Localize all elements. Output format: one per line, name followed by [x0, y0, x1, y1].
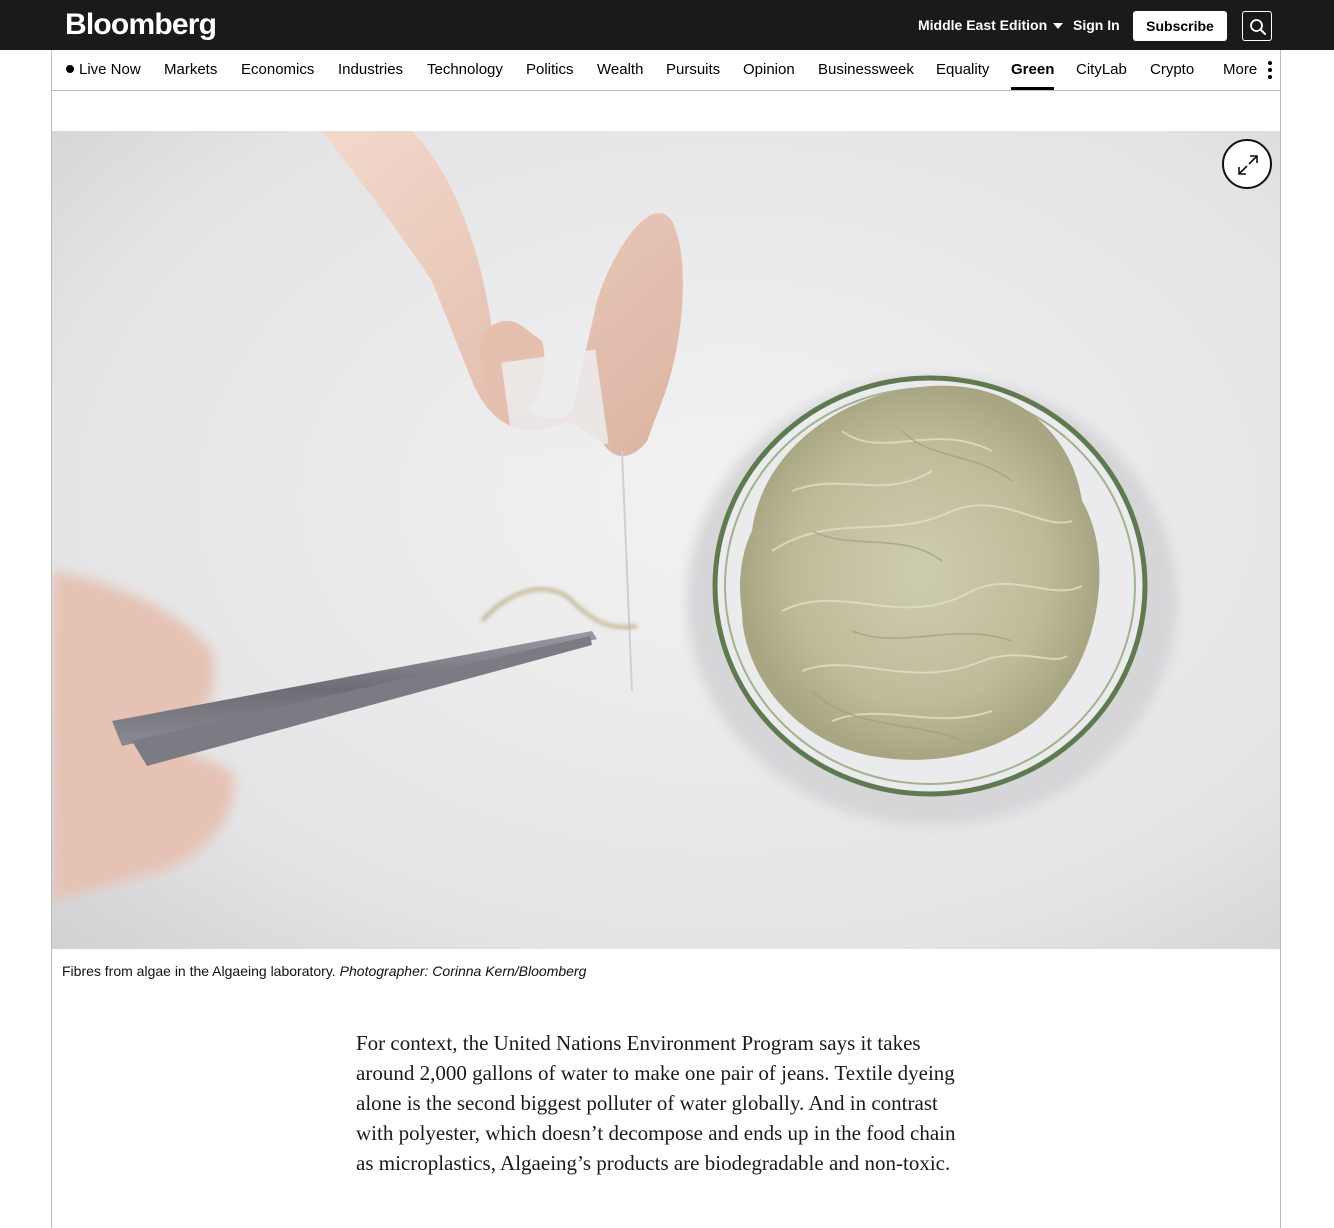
- nav-item-more[interactable]: More: [1223, 61, 1257, 79]
- photo-credit: Photographer: Corinna Kern/Bloomberg: [339, 963, 587, 979]
- nav-item-politics[interactable]: Politics: [526, 61, 574, 79]
- nav-item-wealth[interactable]: Wealth: [597, 61, 643, 79]
- nav-item-industries[interactable]: Industries: [338, 61, 403, 79]
- nav-item-technology[interactable]: Technology: [427, 61, 503, 79]
- live-dot-icon: [66, 65, 74, 73]
- article-paragraph: For context, the United Nations Environm…: [356, 1031, 956, 1175]
- more-menu-icon[interactable]: [1268, 61, 1272, 79]
- caption-text: Fibres from algae in the Algaeing labora…: [62, 963, 336, 979]
- sign-in-link[interactable]: Sign In: [1073, 16, 1120, 34]
- subscribe-button[interactable]: Subscribe: [1133, 11, 1227, 41]
- edition-label: Middle East Edition: [918, 17, 1048, 33]
- bloomberg-logo[interactable]: Bloomberg: [65, 6, 217, 44]
- algae-fibre-photo: [52, 131, 1280, 949]
- nav-item-citylab[interactable]: CityLab: [1076, 61, 1127, 79]
- nav-item-pursuits[interactable]: Pursuits: [666, 61, 720, 79]
- top-bar: Bloomberg Middle East Edition Sign In Su…: [0, 0, 1334, 50]
- content-frame: Live Now Markets Economics Industries Te…: [51, 50, 1281, 1228]
- chevron-down-icon: [1053, 22, 1064, 29]
- nav-item-crypto[interactable]: Crypto: [1150, 61, 1194, 79]
- nav-item-opinion[interactable]: Opinion: [743, 61, 795, 79]
- nav-item-live-now[interactable]: Live Now: [66, 61, 141, 79]
- photo-caption: Fibres from algae in the Algaeing labora…: [62, 962, 586, 980]
- edition-selector[interactable]: Middle East Edition: [918, 16, 1064, 34]
- nav-item-label: Live Now: [79, 61, 141, 78]
- nav-item-markets[interactable]: Markets: [164, 61, 217, 79]
- nav-item-equality[interactable]: Equality: [936, 61, 989, 79]
- expand-image-button[interactable]: [1222, 139, 1272, 189]
- search-icon: [1250, 19, 1266, 35]
- article-photo: [52, 131, 1280, 949]
- nav-item-green[interactable]: Green: [1011, 61, 1055, 90]
- nav-item-economics[interactable]: Economics: [241, 61, 314, 79]
- search-button[interactable]: [1242, 11, 1272, 41]
- expand-icon: [1238, 155, 1258, 175]
- nav-item-businessweek[interactable]: Businessweek: [818, 61, 914, 79]
- section-nav: Live Now Markets Economics Industries Te…: [52, 50, 1280, 91]
